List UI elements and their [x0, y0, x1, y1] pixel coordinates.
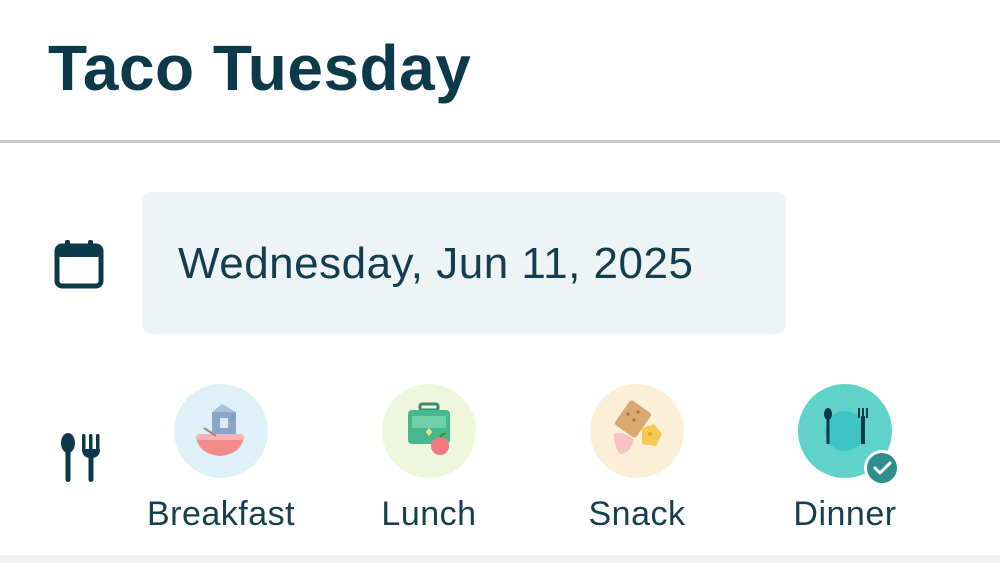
meal-option-dinner[interactable]: Dinner — [760, 380, 930, 540]
breakfast-icon — [196, 404, 244, 456]
date-row: Wednesday, Jun 11, 2025 — [0, 192, 1000, 334]
snack-icon — [614, 400, 662, 454]
meal-label-lunch: Lunch — [381, 495, 477, 533]
meal-label-snack: Snack — [588, 495, 686, 533]
meal-label-dinner: Dinner — [793, 495, 897, 533]
date-value: Wednesday, Jun 11, 2025 — [178, 239, 694, 288]
meal-option-lunch[interactable]: Lunch — [344, 380, 514, 540]
header: Taco Tuesday — [0, 0, 1000, 143]
selected-check-icon — [864, 450, 900, 486]
fork-knife-icon — [61, 433, 100, 482]
meal-option-breakfast[interactable]: Breakfast — [136, 380, 306, 540]
lunch-icon-circle — [382, 384, 476, 478]
meal-label-breakfast: Breakfast — [146, 495, 296, 533]
date-picker-field[interactable]: Wednesday, Jun 11, 2025 — [142, 192, 786, 334]
page-title: Taco Tuesday — [48, 32, 472, 104]
divider — [0, 555, 1000, 563]
dinner-icon-circle — [798, 384, 900, 486]
calendar-icon — [54, 240, 104, 289]
snack-icon-circle — [590, 384, 684, 478]
lunchbox-icon — [408, 402, 450, 455]
meal-type-selector: Breakfast Lunch Snack Dinner — [0, 380, 1000, 540]
meal-option-snack[interactable]: Snack — [552, 380, 722, 540]
breakfast-icon-circle — [174, 384, 268, 478]
